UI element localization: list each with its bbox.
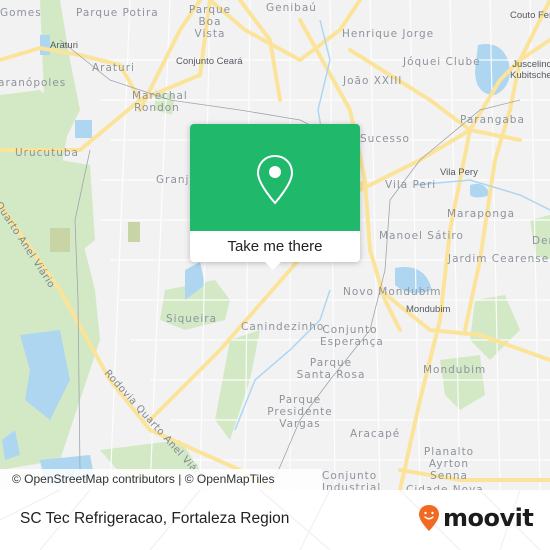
neighborhood-label: Novo Mondubim (343, 286, 442, 298)
neighborhood-label: Conjunto Esperança (320, 324, 384, 348)
station-label: Araturi (50, 40, 78, 51)
footer-bar: SC Tec Refrigeracao, Fortaleza Region mo… (0, 490, 550, 550)
moovit-wordmark: moovit (443, 504, 534, 532)
neighborhood-label: Gomes (0, 7, 42, 19)
moovit-pin-icon (419, 505, 439, 531)
neighborhood-label: Canindezinho (241, 321, 325, 333)
map-attribution[interactable]: © OpenStreetMap contributors | © OpenMap… (0, 469, 322, 490)
lake (75, 120, 92, 138)
station-label: Conjunto Ceará (176, 56, 243, 67)
neighborhood-label: Marechal Rondon (132, 90, 188, 114)
field-area (50, 228, 70, 252)
station-label: Vila Pery (440, 167, 478, 178)
park-area (470, 295, 520, 360)
neighborhood-label: Siqueira (166, 313, 218, 325)
neighborhood-label: Maranópoles (0, 77, 67, 89)
neighborhood-label: Parque Potira (76, 7, 159, 19)
station-label: Juscelino Kubitschek (510, 59, 550, 81)
neighborhood-label: João XXIII (343, 75, 403, 87)
moovit-logo[interactable]: moovit (418, 504, 534, 532)
station-label: Mondubim (406, 304, 451, 315)
lake (40, 35, 50, 55)
lake (475, 44, 510, 95)
neighborhood-label: Parque Presidente Vargas (267, 394, 333, 430)
neighborhood-label: Henrique Jorge (342, 28, 435, 40)
neighborhood-label: Couto Fernandes (510, 10, 550, 21)
neighborhood-label: Planalto Ayrton Senna (423, 446, 475, 482)
neighborhood-label: Jóquei Clube (403, 56, 481, 68)
neighborhood-label: Araturi (92, 62, 135, 74)
neighborhood-label: Jardim Cearense (448, 253, 550, 265)
neighborhood-label: Sucesso (360, 133, 410, 145)
map-pin-icon (256, 154, 294, 205)
neighborhood-label: Genibaú (266, 2, 317, 14)
take-me-there-button[interactable]: Take me there (190, 231, 360, 262)
neighborhood-label: Parangaba (460, 114, 525, 126)
map-view[interactable]: Gomes Parque Potira Parque Boa Vista Gen… (0, 0, 550, 490)
neighborhood-label: Parque Boa Vista (188, 4, 232, 40)
neighborhood-label: Maraponga (447, 208, 516, 220)
field-area (128, 222, 140, 242)
neighborhood-label: Manoel Sátiro (379, 230, 464, 242)
road (238, 0, 282, 102)
neighborhood-label: Aracapé (350, 428, 401, 440)
location-popup: Take me there (190, 124, 360, 270)
popup-header (190, 124, 360, 231)
neighborhood-label: Conjunto Industrial (322, 470, 382, 490)
neighborhood-label: Vila Peri (385, 179, 437, 191)
neighborhood-label: Urucutuba (15, 147, 79, 159)
neighborhood-label: Mondubim (423, 364, 487, 376)
neighborhood-label: Dendê (532, 235, 550, 247)
neighborhood-label: Parque Santa Rosa (296, 357, 366, 381)
popup-pointer (265, 262, 281, 270)
place-title: SC Tec Refrigeracao, Fortaleza Region (20, 510, 290, 527)
